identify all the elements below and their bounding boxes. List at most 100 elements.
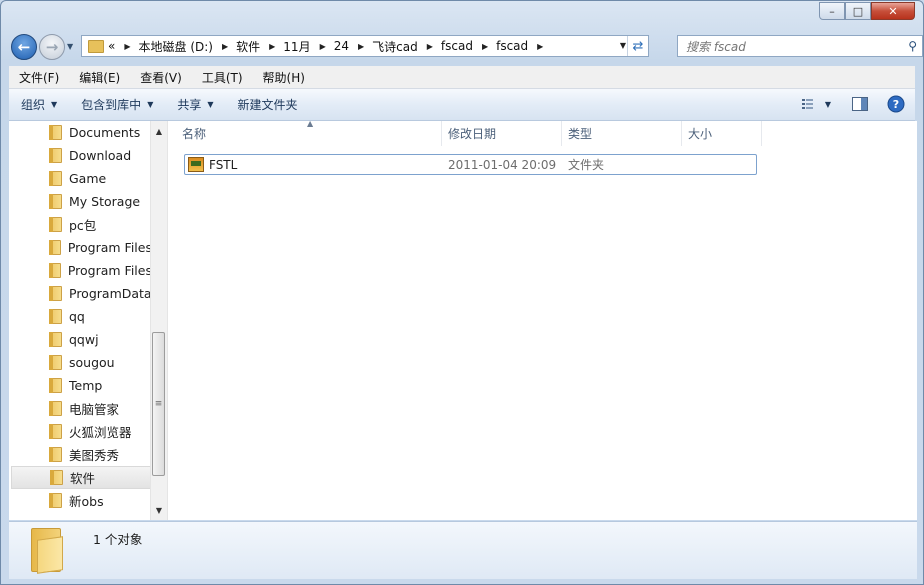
chevron-right-icon[interactable]: ▶ [269,42,275,51]
search-box[interactable]: ⚲ [677,35,923,57]
view-dropdown-icon[interactable]: ▼ [823,95,833,113]
forward-button[interactable]: → [39,34,65,60]
navigation-pane: Documents Download Game My Storage pc包 P… [9,121,168,520]
tree-item-label: 新obs [69,494,104,509]
breadcrumb-item[interactable]: fscad [441,39,473,53]
tree-item-documents[interactable]: Documents [9,121,152,144]
search-icon[interactable]: ⚲ [908,39,917,53]
share-button[interactable]: 共享 ▼ [165,96,225,113]
include-in-library-button[interactable]: 包含到库中 ▼ [69,96,165,113]
menu-help[interactable]: 帮助(H) [253,69,315,86]
tree-item-software[interactable]: 软件 [11,466,152,489]
scroll-up-icon[interactable]: ▲ [151,123,167,139]
column-modified[interactable]: 修改日期 [442,121,562,146]
breadcrumb-item[interactable]: 本地磁盘 (D:) [139,38,213,55]
close-button[interactable]: ✕ [871,2,915,20]
tree-item-label: Documents [69,125,141,140]
new-folder-button[interactable]: 新建文件夹 [226,96,310,113]
menu-tools[interactable]: 工具(T) [192,69,253,86]
tree-item-label: Game [69,171,107,186]
tree-item-qq[interactable]: qq [9,305,152,328]
breadcrumb-item[interactable]: 11月 [283,38,310,55]
tree-item-meitu[interactable]: 美图秀秀 [9,443,152,466]
window-controls: – □ ✕ [819,2,915,20]
recent-pages-dropdown[interactable]: ▼ [67,42,73,51]
item-count: 1 个对象 [93,532,143,547]
tree-item-label: qqwj [69,332,99,347]
include-library-label: 包含到库中 [81,98,142,112]
back-arrow-icon: ← [17,38,31,56]
folder-icon [49,401,62,416]
tree-item-temp[interactable]: Temp [9,374,152,397]
address-bar[interactable]: « ▶ 本地磁盘 (D:) ▶ 软件 ▶ 11月 ▶ 24 ▶ 飞诗cad ▶ … [81,35,649,57]
menu-edit[interactable]: 编辑(E) [69,69,130,86]
folder-icon [49,194,62,209]
organize-button[interactable]: 组织 ▼ [9,96,69,113]
tree-item-download[interactable]: Download [9,144,152,167]
scrollbar-thumb[interactable]: ≡ [152,332,165,476]
scroll-down-icon[interactable]: ▼ [151,502,167,518]
menu-bar: 文件(F) 编辑(E) 查看(V) 工具(T) 帮助(H) [9,66,915,89]
chevron-right-icon[interactable]: ▶ [537,42,543,51]
search-input[interactable] [684,37,898,57]
chevron-right-icon[interactable]: ▶ [358,42,364,51]
tree-item-program-files-x86[interactable]: Program Files [9,259,152,282]
preview-pane-icon[interactable] [851,95,869,113]
file-modified: 2011-01-04 20:09 [448,157,557,172]
address-dropdown-icon[interactable]: ▼ [620,41,626,50]
minimize-button[interactable]: – [819,2,845,20]
tree-item-label: Program Files [67,263,152,278]
tree-item-sougou[interactable]: sougou [9,351,152,374]
chevron-right-icon[interactable]: ▶ [222,42,228,51]
breadcrumb-item[interactable]: 软件 [236,38,260,55]
folder-icon [49,171,62,186]
tree-item-my-storage[interactable]: My Storage [9,190,152,213]
folder-icon [49,493,62,508]
tree-item-label: Temp [69,378,103,393]
tree-item-label: ProgramData [69,286,152,301]
tree-item-programdata[interactable]: ProgramData [9,282,152,305]
tree-item-firefox[interactable]: 火狐浏览器 [9,420,152,443]
chevron-right-icon[interactable]: ▶ [427,42,433,51]
column-size[interactable]: 大小 [682,121,762,146]
refresh-icon[interactable]: ⇄ [627,36,648,56]
column-type[interactable]: 类型 [562,121,682,146]
folder-icon [49,240,61,255]
tree-item-pc-package[interactable]: pc包 [9,213,152,236]
tree-item-qqwj[interactable]: qqwj [9,328,152,351]
breadcrumb-overflow[interactable]: « [108,39,115,53]
tree-item-new-obs[interactable]: 新obs [9,489,152,512]
maximize-button[interactable]: □ [845,2,871,20]
tree-item-label: 火狐浏览器 [69,425,132,440]
breadcrumb-item[interactable]: 飞诗cad [372,38,418,55]
tree-item-label: My Storage [69,194,141,209]
column-name[interactable]: 名称 [176,121,442,146]
tree-item-game[interactable]: Game [9,167,152,190]
chevron-right-icon[interactable]: ▶ [482,42,488,51]
file-list-pane: ▲ 名称 修改日期 类型 大小 FSTL 2011-01-04 20:09 文件… [168,119,917,520]
help-icon[interactable]: ? [887,95,905,113]
menu-file[interactable]: 文件(F) [9,69,69,86]
folder-icon [50,470,63,485]
command-bar: 组织 ▼ 包含到库中 ▼ 共享 ▼ 新建文件夹 ▼ ? [9,89,915,121]
tree-item-label: pc包 [69,218,97,233]
details-pane: 1 个对象 [9,521,917,579]
chevron-right-icon[interactable]: ▶ [124,42,130,51]
file-row[interactable]: FSTL 2011-01-04 20:09 文件夹 [184,154,757,175]
folder-icon [49,309,62,324]
breadcrumb-item[interactable]: fscad [496,39,528,53]
folder-icon [49,355,62,370]
chevron-down-icon: ▼ [67,42,74,51]
tree-item-label: 软件 [70,471,96,486]
tree-item-label: 美图秀秀 [69,448,120,463]
tree-item-program-files[interactable]: Program Files [9,236,152,259]
breadcrumb-item[interactable]: 24 [334,39,349,53]
nav-scrollbar[interactable]: ▲ ≡ ▼ [150,121,167,520]
back-button[interactable]: ← [11,34,37,60]
menu-view[interactable]: 查看(V) [130,69,192,86]
tree-item-label: Download [69,148,132,163]
chevron-right-icon[interactable]: ▶ [320,42,326,51]
view-options-icon[interactable] [801,95,819,113]
tree-item-pc-manager[interactable]: 电脑管家 [9,397,152,420]
file-name: FSTL [209,157,238,172]
